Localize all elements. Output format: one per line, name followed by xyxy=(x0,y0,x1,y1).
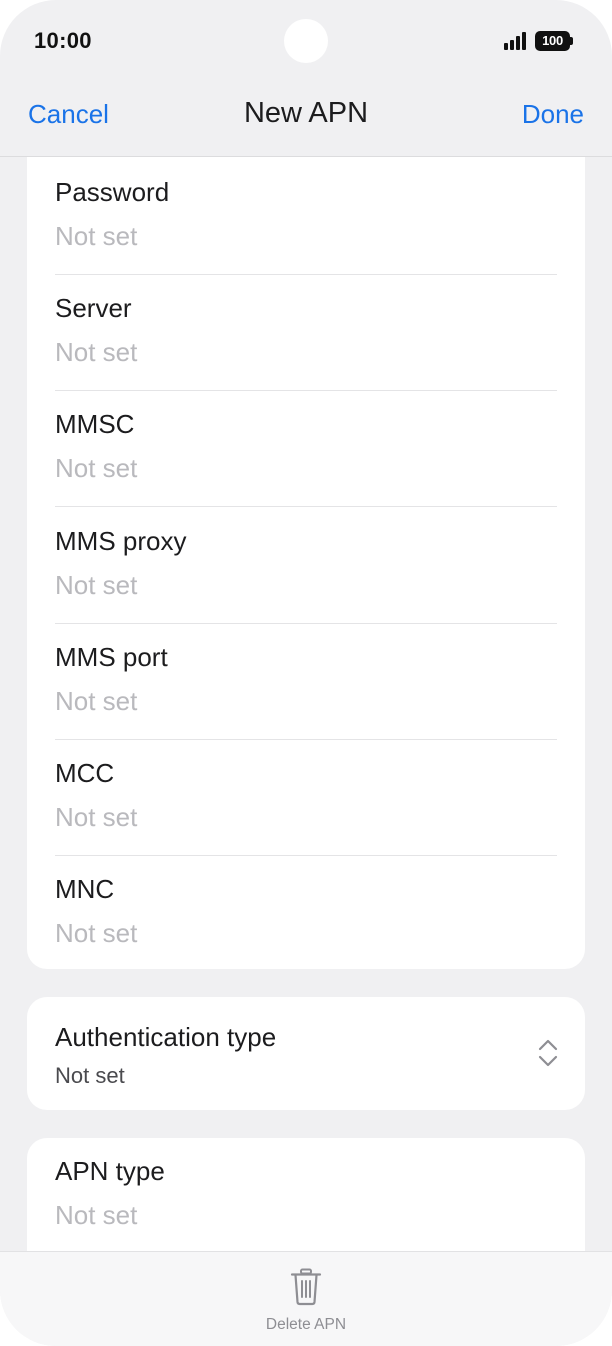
apn-settings-list[interactable]: Password Not set Server Not set MMSC Not… xyxy=(0,157,612,1251)
page-title: New APN xyxy=(243,97,369,129)
field-label: MMS proxy xyxy=(55,526,187,556)
apn-type-field[interactable]: APN type Not set xyxy=(55,1138,557,1251)
field-label: MCC xyxy=(55,758,115,788)
phone-screen: 10:00 100 Cancel New APN Done Password N… xyxy=(0,0,612,1346)
authentication-type-label: Authentication type xyxy=(55,1022,277,1052)
status-bar: 10:00 100 xyxy=(0,0,612,82)
authentication-type-select[interactable]: Authentication type Not set xyxy=(27,997,585,1110)
field-label: APN type xyxy=(55,1156,165,1186)
battery-level: 100 xyxy=(535,31,570,51)
camera-cutout xyxy=(284,19,328,63)
mmsc-field[interactable]: MMSC Not set xyxy=(55,391,557,507)
chevron-updown-icon xyxy=(538,1039,558,1067)
field-label: MMS port xyxy=(55,642,168,672)
field-label: Password xyxy=(55,177,170,207)
bottom-action-bar: Delete APN xyxy=(0,1251,612,1346)
authentication-type-value: Not set xyxy=(55,1063,125,1088)
done-button[interactable]: Done xyxy=(522,99,584,130)
delete-apn-label: Delete APN xyxy=(265,1316,347,1333)
status-time: 10:00 xyxy=(34,28,92,53)
field-label: Server xyxy=(55,293,132,323)
navigation-bar: Cancel New APN Done xyxy=(0,82,612,156)
apn-fields-card: Password Not set Server Not set MMSC Not… xyxy=(27,157,585,969)
mnc-field[interactable]: MNC Not set xyxy=(55,856,557,972)
field-value: Not set xyxy=(55,337,138,367)
mcc-field[interactable]: MCC Not set xyxy=(55,740,557,856)
field-label: MMSC xyxy=(55,409,135,439)
mms-port-field[interactable]: MMS port Not set xyxy=(55,624,557,740)
field-value: Not set xyxy=(55,918,138,948)
signal-icon xyxy=(504,32,526,50)
divider xyxy=(55,506,557,507)
field-value: Not set xyxy=(55,453,138,483)
apn-type-card: APN type Not set xyxy=(27,1138,585,1251)
field-value: Not set xyxy=(55,570,138,600)
battery-icon: 100 xyxy=(535,31,573,51)
password-field[interactable]: Password Not set xyxy=(55,159,557,275)
trash-icon xyxy=(290,1268,322,1306)
delete-apn-button[interactable]: Delete APN xyxy=(236,1264,376,1340)
field-label: MNC xyxy=(55,874,115,904)
field-value: Not set xyxy=(55,1200,138,1230)
field-value: Not set xyxy=(55,686,138,716)
field-value: Not set xyxy=(55,221,138,251)
server-field[interactable]: Server Not set xyxy=(55,275,557,391)
field-value: Not set xyxy=(55,802,138,832)
mms-proxy-field[interactable]: MMS proxy Not set xyxy=(55,508,557,624)
